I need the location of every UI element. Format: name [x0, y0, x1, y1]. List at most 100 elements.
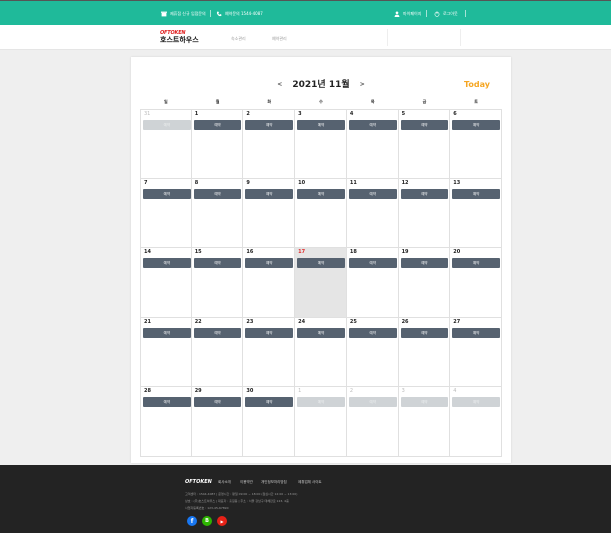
reserve-button[interactable]: 예약	[348, 120, 397, 130]
reserve-button[interactable]: 예약	[297, 188, 345, 199]
topbar-separator	[426, 10, 427, 17]
reserve-button[interactable]: 예약	[452, 327, 500, 338]
reserve-button[interactable]: 예약	[297, 258, 345, 269]
day-number: 18	[349, 249, 357, 256]
reserve-button[interactable]: 예약	[193, 120, 242, 130]
calendar-day-cell: 14 예약	[140, 248, 192, 318]
reserve-button[interactable]: 예약	[143, 327, 191, 338]
logo-name: 호스트하우스	[160, 36, 199, 44]
footer-info-line: 사업자등록번호 : 123-45-67890	[185, 506, 229, 510]
day-number: 7	[144, 179, 148, 186]
reserve-button[interactable]: 예약	[245, 397, 294, 408]
day-number: 4	[349, 111, 354, 117]
reserve-button[interactable]: 예약	[245, 120, 294, 130]
reserve-button[interactable]: 예약	[400, 188, 449, 199]
calendar-day-cell: 28 예약	[140, 387, 192, 457]
weekday-label: 목	[370, 99, 375, 104]
reserve-button[interactable]: 예약	[452, 120, 500, 130]
day-number: 15	[194, 249, 202, 256]
day-number: 19	[401, 249, 409, 256]
calendar-card: < 2021년 11월 > Today 일월화수목금토 31 예약 1 예약 2 예약 3 예…	[131, 57, 511, 463]
calendar-day-cell: 31 예약	[140, 109, 192, 179]
calendar-day-cell: 8 예약	[191, 178, 244, 249]
logout-link[interactable]: 로그아웃	[434, 10, 458, 17]
day-number: 8	[194, 179, 199, 186]
day-number: 9	[246, 179, 250, 186]
reserve-button[interactable]: 예약	[193, 397, 242, 408]
reserve-button[interactable]: 예약	[297, 120, 345, 130]
weekday-label: 수	[319, 99, 323, 104]
day-number: 25	[349, 318, 357, 325]
weekday-label: 월	[215, 99, 220, 104]
logout-label: 로그아웃	[443, 11, 458, 16]
reserve-button[interactable]: 예약	[193, 188, 242, 199]
reserve-button: 예약	[400, 397, 449, 408]
footer-link-partner[interactable]: 제휴업체 사이트	[298, 480, 322, 485]
nav-reservation-manage[interactable]: 예약관리	[272, 36, 287, 42]
calendar-day-cell: 3 예약	[295, 109, 347, 179]
blog-icon[interactable]: B	[202, 516, 212, 526]
mypage-link[interactable]: 마이페이지	[394, 10, 421, 17]
youtube-icon[interactable]: ▶	[217, 516, 227, 526]
reserve-button[interactable]: 예약	[400, 120, 449, 130]
reserve-button[interactable]: 예약	[143, 258, 191, 269]
phone-link[interactable]: 예약문의 1544-4087	[216, 10, 263, 17]
day-number: 3	[298, 111, 302, 117]
topbar-separator	[210, 10, 211, 17]
facebook-icon[interactable]: f	[187, 516, 197, 526]
weekday-label: 금	[422, 99, 427, 104]
nav-room-manage[interactable]: 숙소관리	[231, 36, 246, 42]
reserve-button[interactable]: 예약	[245, 327, 294, 338]
next-month-button[interactable]: >	[360, 81, 365, 88]
reserve-button: 예약	[297, 397, 345, 408]
calendar-day-cell: 20 예약	[450, 248, 502, 318]
site-logo[interactable]: OFTOKEN 호스트하우스	[160, 31, 200, 45]
calendar-day-cell: 23 예약	[243, 317, 296, 388]
calendar-day-cell: 1 예약	[295, 387, 347, 457]
reserve-button[interactable]: 예약	[297, 327, 345, 338]
today-button[interactable]: Today	[464, 80, 490, 89]
reserve-button[interactable]: 예약	[452, 188, 500, 199]
calendar-day-cell: 27 예약	[450, 317, 502, 388]
reserve-button[interactable]: 예약	[193, 327, 242, 338]
reserve-button[interactable]: 예약	[143, 397, 191, 408]
calendar-day-cell: 24 예약	[295, 317, 347, 388]
reserve-button[interactable]: 예약	[245, 188, 294, 199]
reserve-button[interactable]: 예약	[348, 258, 397, 269]
day-number: 1	[298, 388, 302, 395]
reserve-button[interactable]: 예약	[143, 188, 191, 199]
day-number: 29	[194, 388, 202, 395]
month-title: 2021년 11월	[292, 80, 350, 90]
day-number: 27	[453, 318, 461, 325]
weekday-header: 일월화수목금토	[140, 95, 502, 110]
day-number: 20	[453, 249, 461, 256]
footer-link-about[interactable]: 회사소개	[218, 480, 231, 485]
reserve-button[interactable]: 예약	[193, 258, 242, 269]
reserve-button[interactable]: 예약	[245, 258, 294, 269]
prev-month-button[interactable]: <	[277, 81, 282, 88]
reserve-button[interactable]: 예약	[400, 327, 449, 338]
reserve-button[interactable]: 예약	[400, 258, 449, 269]
reserve-button[interactable]: 예약	[348, 327, 397, 338]
calendar-day-cell: 21 예약	[140, 317, 192, 388]
day-number: 26	[401, 318, 409, 325]
footer-link-terms[interactable]: 이용약관	[240, 480, 253, 485]
mypage-label: 마이페이지	[403, 11, 422, 16]
reserve-button: 예약	[452, 397, 500, 408]
day-number: 1	[194, 111, 199, 117]
footer-logo: OFTOKEN	[185, 479, 212, 485]
day-number: 24	[298, 318, 306, 325]
footer-link-privacy[interactable]: 개인정보처리방침	[261, 480, 287, 485]
day-number: 30	[246, 388, 254, 395]
partner-link[interactable]: 제휴점 신규 입점문의	[161, 10, 206, 17]
phone-label: 예약문의 1544-4087	[225, 11, 263, 16]
calendar-day-cell: 16 예약	[243, 248, 296, 318]
calendar-day-cell: 12 예약	[398, 178, 451, 249]
calendar-grid: 31 예약 1 예약 2 예약 3 예약 4 예약 5 예약 6 예약 7 예약 8 예약 9 예약 10 예약 11 예약 1…	[140, 109, 502, 457]
month-header: < 2021년 11월 >	[131, 77, 511, 90]
reserve-button[interactable]: 예약	[348, 188, 397, 199]
partner-label: 제휴점 신규 입점문의	[170, 11, 206, 16]
day-number: 31	[144, 111, 151, 117]
reserve-button[interactable]: 예약	[452, 258, 500, 269]
calendar-day-cell: 22 예약	[191, 317, 244, 388]
